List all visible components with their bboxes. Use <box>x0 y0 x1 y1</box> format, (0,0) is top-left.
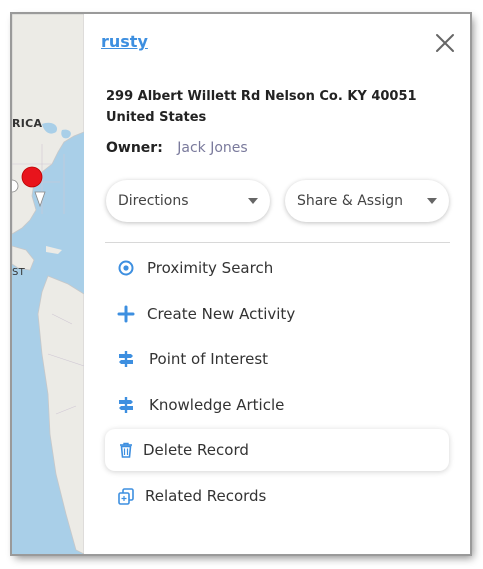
owner-label: Owner: <box>106 140 163 156</box>
record-address: 299 Albert Willett Rd Nelson Co. KY 4005… <box>106 89 417 125</box>
signpost-icon <box>119 397 133 413</box>
menu-item-point-of-interest[interactable]: Point of Interest <box>105 338 449 380</box>
map-view[interactable]: RICA ST <box>12 14 84 554</box>
menu-item-proximity-search[interactable]: Proximity Search <box>105 247 449 289</box>
owner-value: Jack Jones <box>177 140 248 156</box>
menu-item-label: Proximity Search <box>147 259 274 277</box>
map-label-st: ST <box>12 267 26 278</box>
record-panel: rusty 299 Albert Willett Rd Nelson Co. K… <box>84 14 470 554</box>
trash-icon <box>120 442 132 458</box>
plus-icon <box>117 305 135 323</box>
menu-item-delete-record[interactable]: Delete Record <box>105 429 449 471</box>
directions-dropdown[interactable]: Directions <box>106 180 270 222</box>
menu-item-label: Delete Record <box>143 441 249 459</box>
map-land <box>12 14 84 554</box>
divider <box>105 242 450 243</box>
signpost-icon <box>119 351 133 367</box>
chevron-down-icon <box>427 198 437 204</box>
directions-label: Directions <box>118 193 189 209</box>
record-title-link[interactable]: rusty <box>101 32 148 51</box>
copy-icon <box>118 488 134 505</box>
menu-item-label: Knowledge Article <box>149 396 285 414</box>
map-pin-icon[interactable] <box>21 166 43 188</box>
target-icon <box>118 260 134 276</box>
map-label-america: RICA <box>12 117 43 130</box>
menu-item-label: Point of Interest <box>149 350 269 368</box>
share-assign-dropdown[interactable]: Share & Assign <box>285 180 449 222</box>
owner-row: Owner: Jack Jones <box>106 140 248 156</box>
menu-item-knowledge-article[interactable]: Knowledge Article <box>105 384 449 426</box>
share-assign-label: Share & Assign <box>297 193 404 209</box>
record-popup-frame: RICA ST rusty 299 Albert Willett Rd Nels… <box>12 14 470 554</box>
chevron-down-icon <box>248 198 258 204</box>
menu-item-related-records[interactable]: Related Records <box>105 475 449 517</box>
close-icon[interactable] <box>434 32 456 54</box>
menu-item-label: Related Records <box>145 487 267 505</box>
menu-item-label: Create New Activity <box>147 305 296 323</box>
menu-item-create-new-activity[interactable]: Create New Activity <box>105 293 449 335</box>
